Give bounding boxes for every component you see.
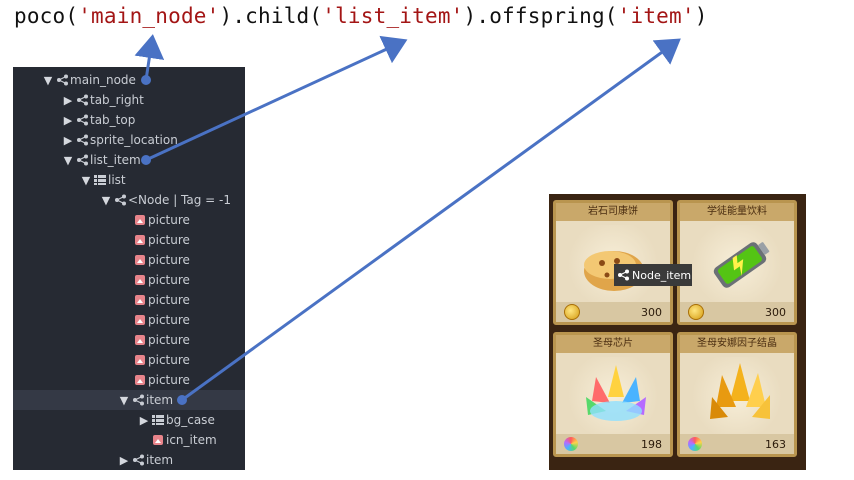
arrow-item xyxy=(177,38,681,405)
arrow-main-node xyxy=(134,34,165,85)
arrow-list-item xyxy=(141,35,408,165)
arrow-overlay xyxy=(134,34,681,405)
